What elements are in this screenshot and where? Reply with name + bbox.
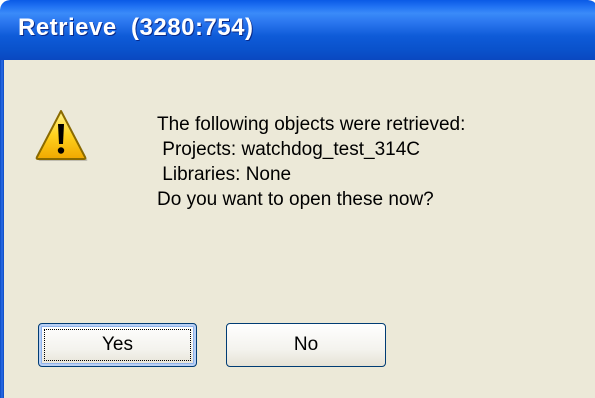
window-title: Retrieve (3280:754) bbox=[18, 14, 254, 41]
no-button-label: No bbox=[293, 334, 319, 355]
window-frame-left bbox=[0, 60, 4, 398]
yes-button-label: Yes bbox=[102, 334, 133, 355]
warning-icon bbox=[35, 110, 88, 161]
title-bar[interactable]: Retrieve (3280:754) bbox=[0, 0, 595, 60]
message-line-intro: The following objects were retrieved: bbox=[157, 114, 466, 135]
no-button[interactable]: No bbox=[226, 323, 386, 367]
yes-button[interactable]: Yes bbox=[38, 323, 197, 367]
message-line-projects: Projects: watchdog_test_314C bbox=[157, 139, 420, 160]
dialog-message: The following objects were retrieved: Pr… bbox=[157, 112, 465, 212]
retrieve-dialog: Retrieve (3280:754) The following object… bbox=[0, 0, 595, 398]
message-line-libraries: Libraries: None bbox=[157, 164, 292, 185]
message-line-question: Do you want to open these now? bbox=[157, 189, 434, 210]
